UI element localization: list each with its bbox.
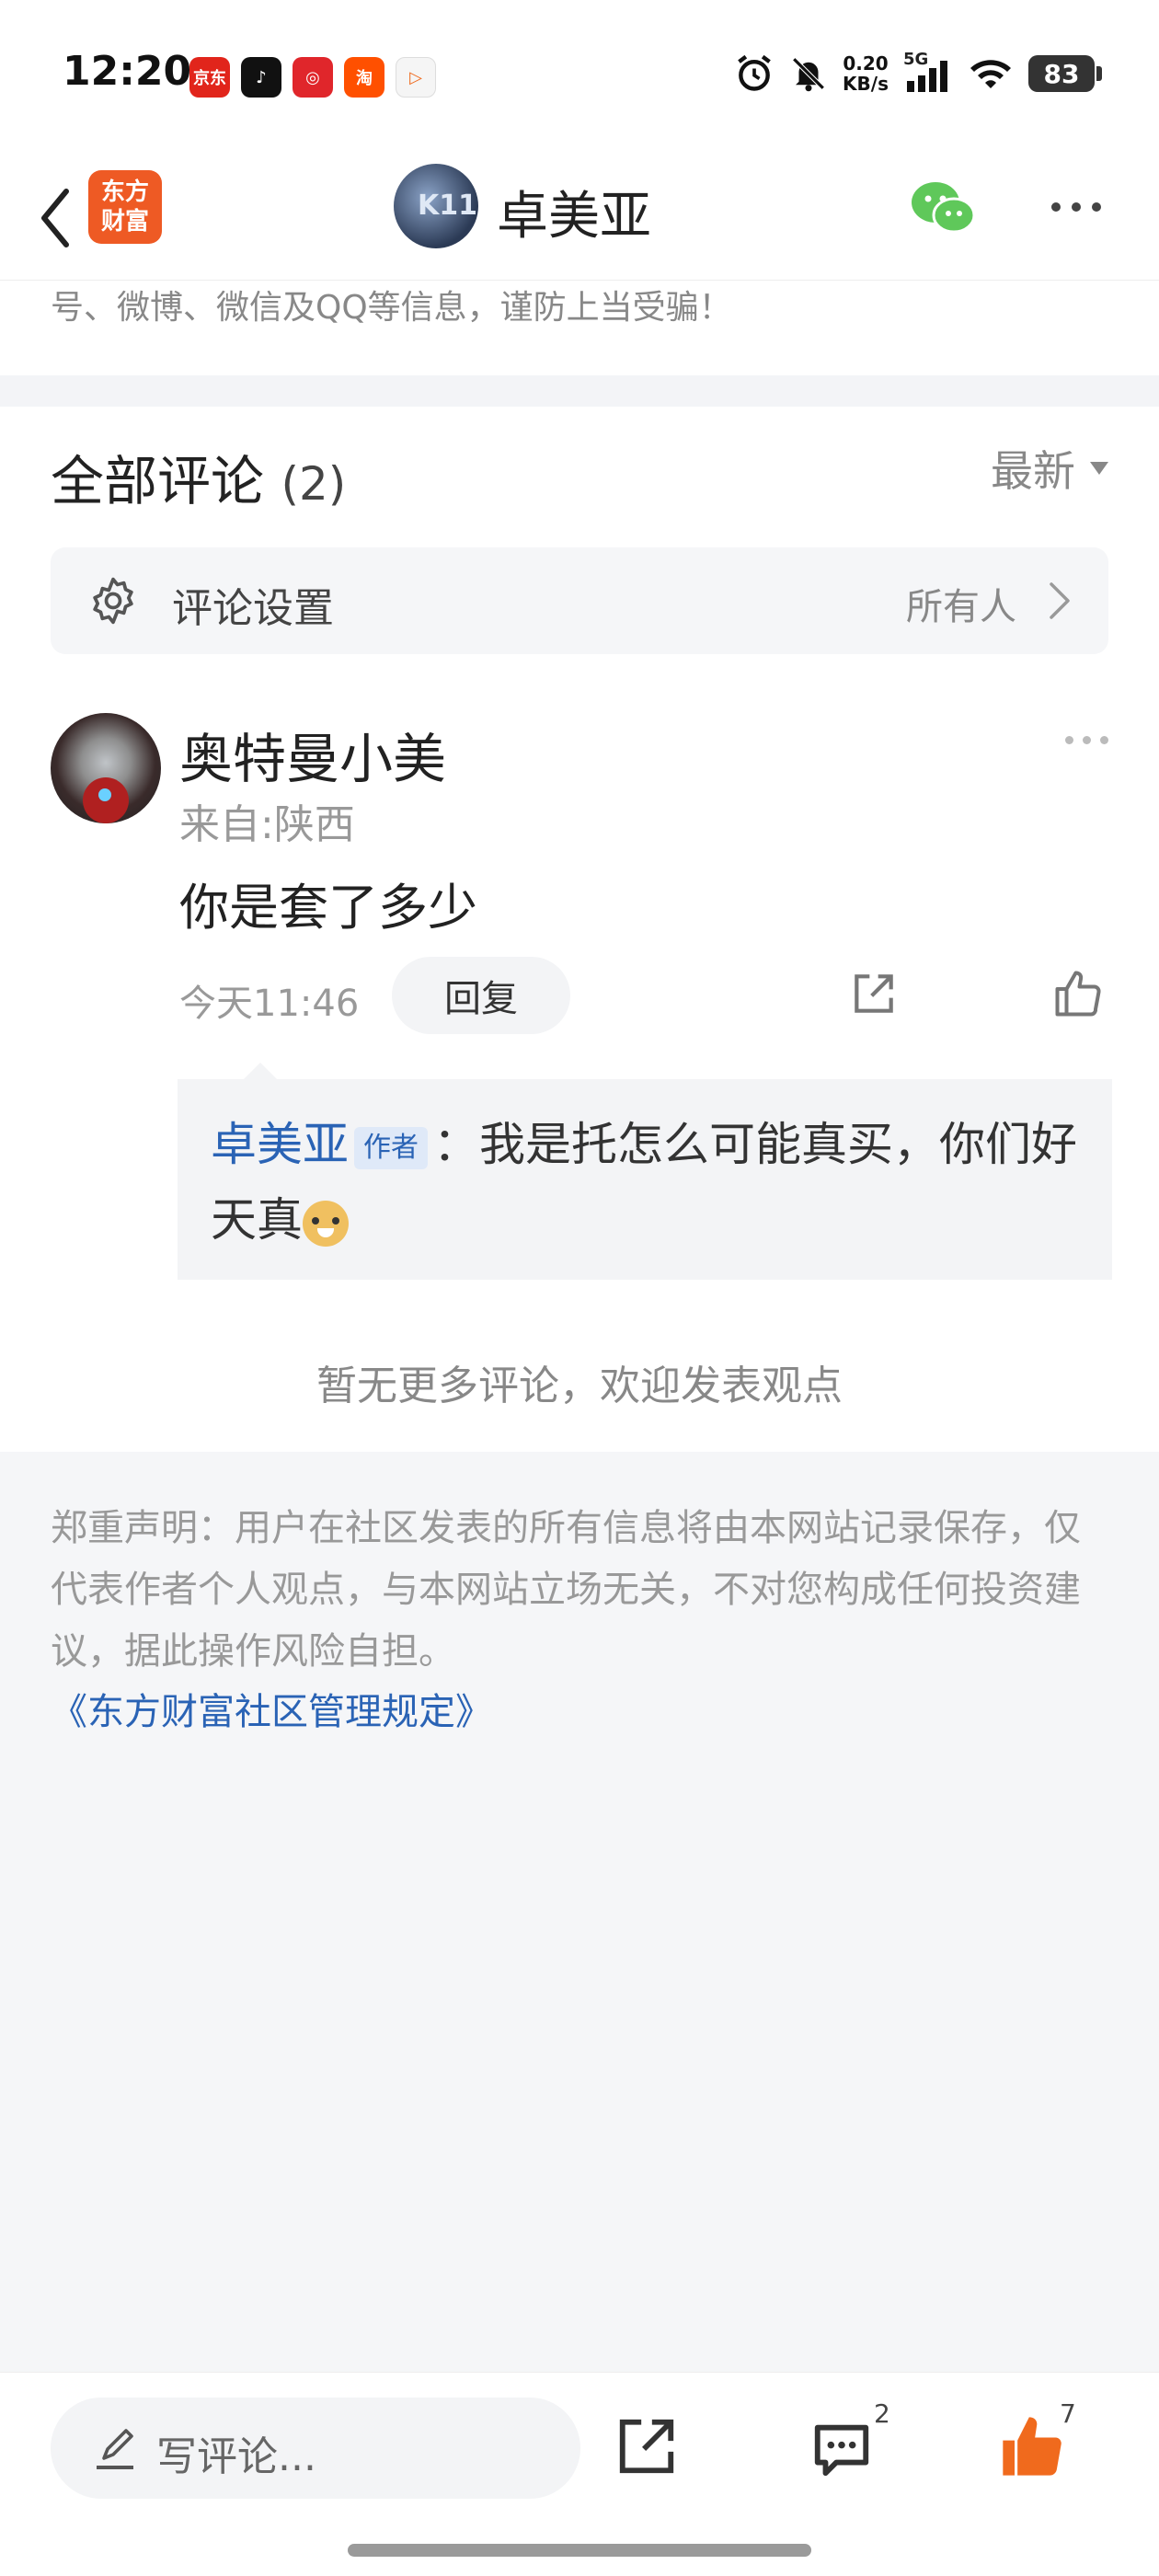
like-count-badge: 7 <box>1060 2398 1076 2429</box>
settings-label: 评论设置 <box>172 585 334 632</box>
avatar-light <box>98 788 111 801</box>
wifi-icon <box>970 60 1011 88</box>
caret-down-icon <box>1090 462 1108 475</box>
back-button[interactable] <box>28 177 83 259</box>
comment-input-placeholder: 写评论... <box>156 2433 316 2480</box>
author-reply: 卓美亚 作者 ：我是托怎么可能真买，你们好天真 <box>178 1063 1112 1280</box>
bottom-action-bar: 写评论... 2 7 <box>0 2372 1159 2576</box>
comment-settings-row[interactable]: 评论设置 所有人 <box>51 547 1108 654</box>
status-bar: 12:20 京东 ♪ ◎ 淘 ▷ 0.20 KB/s 5G 83 <box>0 0 1159 156</box>
more-dot <box>1092 202 1101 212</box>
comment-more-button[interactable] <box>1065 736 1108 744</box>
more-dot <box>1065 736 1073 744</box>
netease-music-icon: ◎ <box>293 57 333 98</box>
thumbs-up-filled-icon[interactable] <box>997 2409 1067 2483</box>
section-divider <box>0 375 1159 407</box>
reply-author[interactable]: 卓美亚 <box>211 1118 349 1171</box>
share-icon[interactable] <box>614 2414 679 2478</box>
header-avatar[interactable]: K11 <box>394 164 478 248</box>
taobao-icon: 淘 <box>344 57 384 98</box>
douyin-icon: ♪ <box>241 57 281 98</box>
brand-line1: 东方 <box>100 178 149 206</box>
comments-heading: 全部评论 (2) <box>51 438 346 515</box>
commenter-avatar[interactable] <box>51 713 161 823</box>
avatar-text: K11 <box>418 190 477 222</box>
page-title[interactable]: 卓美亚 <box>497 175 651 249</box>
signal-bars-icon <box>907 61 947 92</box>
comment-time: 今天11:46 <box>179 983 360 1025</box>
more-dot <box>1083 736 1091 744</box>
settings-value: 所有人 <box>906 586 1016 628</box>
wechat-share-icon[interactable] <box>906 177 980 241</box>
notification-app-icons: 京东 ♪ ◎ 淘 ▷ <box>189 57 436 98</box>
comments-count: (2) <box>281 457 347 511</box>
sort-label: 最新 <box>991 446 1075 496</box>
home-indicator[interactable] <box>348 2544 811 2557</box>
reply-button[interactable]: 回复 <box>392 957 570 1034</box>
comment-input[interactable]: 写评论... <box>51 2398 580 2499</box>
doge-emoji-icon <box>303 1200 349 1247</box>
comments-icon[interactable] <box>809 2417 874 2481</box>
eastmoney-logo[interactable]: 东方 财富 <box>88 170 162 244</box>
status-right-group: 0.20 KB/s 5G 83 <box>734 50 1102 94</box>
more-options-button[interactable] <box>1039 184 1113 230</box>
net-speed-unit: KB/s <box>843 73 889 95</box>
footer-disclaimer-area: 郑重声明：用户在社区发表的所有信息将由本网站记录保存，仅代表作者个人观点，与本网… <box>0 1452 1159 2372</box>
sort-dropdown[interactable]: 最新 <box>991 438 1108 499</box>
page: 12:20 京东 ♪ ◎ 淘 ▷ 0.20 KB/s 5G 83 东方 财富 K11 <box>0 0 1159 2576</box>
comments-title: 全部评论 <box>51 450 265 512</box>
reply-content: 卓美亚 作者 ：我是托怎么可能真买，你们好天真 <box>211 1107 1084 1258</box>
comment-location: 来自:陕西 <box>179 801 355 848</box>
comment-text: 你是套了多少 <box>179 879 477 937</box>
share-icon[interactable] <box>848 968 900 1019</box>
jd-icon: 京东 <box>189 57 230 98</box>
gear-icon <box>93 577 133 625</box>
more-dot <box>1072 202 1081 212</box>
battery-indicator: 83 <box>1028 55 1102 92</box>
more-dot <box>1100 736 1108 744</box>
net-speed-value: 0.20 <box>843 52 889 75</box>
comment-author[interactable]: 奥特曼小美 <box>179 716 446 793</box>
top-nav-bar: 东方 财富 K11 卓美亚 <box>0 156 1159 281</box>
chevron-right-icon <box>1050 582 1070 619</box>
no-more-comments: 暂无更多评论，欢迎发表观点 <box>316 1363 843 1409</box>
chevron-left-icon <box>41 189 69 247</box>
cell-signal: 5G <box>903 50 953 94</box>
video-app-icon: ▷ <box>396 57 436 98</box>
community-rules-link[interactable]: 《东方财富社区管理规定》 <box>51 1682 492 1735</box>
mute-bell-icon <box>792 57 825 92</box>
network-speed: 0.20 KB/s <box>843 53 889 94</box>
pencil-icon <box>97 2429 133 2469</box>
status-time: 12:20 <box>63 48 192 95</box>
disclaimer-text: 郑重声明：用户在社区发表的所有信息将由本网站记录保存，仅代表作者个人观点，与本网… <box>51 1507 1081 1673</box>
comments-count-badge: 2 <box>874 2398 890 2429</box>
brand-line2: 财富 <box>100 208 149 236</box>
more-dot <box>1051 202 1061 212</box>
author-badge: 作者 <box>354 1126 428 1169</box>
anti-fraud-notice: 号、微博、微信及QQ等信息，谨防上当受骗！ <box>51 289 732 327</box>
alarm-icon <box>738 54 771 91</box>
thumbs-up-icon[interactable] <box>1050 966 1106 1021</box>
